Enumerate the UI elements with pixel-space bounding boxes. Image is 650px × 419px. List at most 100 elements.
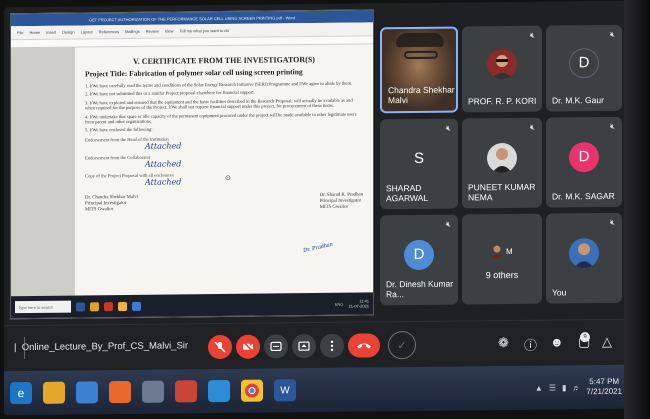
person-photo-icon: [574, 242, 594, 268]
language-indicator: ENG: [334, 301, 344, 307]
mic-off-icon: [214, 341, 226, 353]
java-icon[interactable]: [175, 380, 197, 403]
volume-icon[interactable]: ♬: [572, 383, 580, 392]
captions-icon: [270, 341, 282, 352]
document-margin: [11, 47, 75, 297]
others-letter: M: [506, 246, 513, 256]
edge-app-icon[interactable]: [132, 301, 141, 311]
document-page[interactable]: V. CERTIFICATE FROM THE INVESTIGATOR(S) …: [75, 44, 373, 296]
avatar-letter: D: [569, 141, 599, 172]
meeting-title-text: Online_Lecture_By_Prof_CS_Malvi_Sir: [21, 340, 189, 354]
ribbon-home[interactable]: Home: [29, 30, 40, 35]
participant-name: Dr. M.K. SAGAR: [552, 190, 615, 202]
more-options-button[interactable]: [320, 333, 344, 358]
people-icon[interactable]: ☻: [550, 334, 564, 349]
battery-icon[interactable]: ▮: [562, 383, 566, 392]
mic-off-icon: 🔇︎: [609, 217, 615, 227]
camera-off-button[interactable]: [236, 334, 260, 359]
participant-name: PROF. R. P. KORI: [468, 95, 537, 107]
mic-off-icon: 🔇︎: [529, 122, 535, 132]
ribbon-insert[interactable]: Insert: [46, 30, 56, 35]
present-button[interactable]: [292, 334, 316, 359]
photos-icon[interactable]: [208, 379, 230, 403]
video-hair: [396, 32, 444, 48]
participant-name: SHARAD AGARWAL: [386, 182, 429, 204]
participant-tile-gaur[interactable]: 🔇︎ D Dr. M.K. Gaur: [546, 24, 622, 112]
captions-button[interactable]: [264, 334, 288, 359]
shared-taskbar: Type here to search ENG 11:41 21-07-2021: [11, 292, 373, 319]
system-clock[interactable]: 5:47 PM 7/21/2021: [586, 377, 622, 397]
check-icon[interactable]: ✓: [388, 330, 416, 360]
ribbon-tell-me[interactable]: Tell me what you want to do: [179, 28, 228, 34]
participant-tile-sharad[interactable]: 🔇︎ S SHARAD AGARWAL: [380, 118, 458, 210]
word-app-icon[interactable]: [76, 301, 85, 312]
wifi-icon[interactable]: ☰: [549, 383, 556, 392]
project-title: Project Title: Fabrication of polymer so…: [85, 67, 303, 79]
person-photo-icon: [491, 245, 503, 259]
clock-date: 7/21/2021: [586, 386, 622, 397]
ribbon-file[interactable]: File: [17, 30, 23, 35]
media-player-icon[interactable]: [76, 381, 98, 404]
avatar-letter: S: [404, 143, 434, 174]
ribbon-layout[interactable]: Layout: [81, 29, 93, 34]
chrome-icon[interactable]: [241, 379, 263, 402]
paragraph-4: 4. I/We undertake that spare or idle cap…: [85, 111, 357, 125]
certificate-heading: V. CERTIFICATE FROM THE INVESTIGATOR(S): [133, 55, 315, 66]
investigator-1: Dr. Chandra Shekhar Malvi Principal Inve…: [85, 195, 138, 214]
ribbon-review[interactable]: Review: [146, 29, 159, 34]
participant-tile-puneet[interactable]: 🔇︎ PUNEET KUMAR NEMA: [462, 117, 542, 209]
participant-tile-dinesh[interactable]: 🔇︎ D Dr. Dinesh Kumar Ra...: [380, 214, 458, 306]
participant-name: You: [552, 287, 567, 298]
monitor-screen: GET PROJECT AUTHORIZATION OF THE PERFORM…: [4, 0, 628, 416]
ribbon-view[interactable]: View: [165, 28, 174, 33]
shared-clock: 11:41 21-07-2021: [349, 298, 369, 308]
participant-tile-chandra[interactable]: Chandra Shekhar Malvi: [380, 26, 458, 114]
participant-tile-sagar[interactable]: 🔇︎ D Dr. M.K. SAGAR: [546, 116, 622, 208]
handwritten-attached-3: Attached: [145, 177, 182, 187]
participant-name: Chandra Shekhar Malvi: [388, 84, 455, 106]
video-glasses: [404, 50, 438, 60]
meeting-title-prefix: |: [14, 342, 22, 354]
handwritten-attached-1: Attached: [145, 141, 182, 151]
mouse-cursor-icon: ⊙: [225, 173, 231, 182]
participant-name: Dr. Dinesh Kumar Ra...: [386, 278, 454, 300]
paragraph-2: 2. I/We have not submitted this or a sim…: [85, 90, 255, 97]
chat-icon[interactable]: ▢: [578, 334, 590, 350]
shared-search-box[interactable]: Type here to search: [15, 300, 71, 314]
edge-icon[interactable]: e: [10, 381, 32, 405]
info-icon[interactable]: ⓘ: [524, 335, 537, 354]
folder-app-icon[interactable]: [90, 301, 99, 311]
network-icon[interactable]: ▲: [535, 383, 543, 392]
mic-off-icon: 🔇︎: [529, 30, 535, 40]
paragraph-1: 1. I/We have carefully read the terms an…: [85, 80, 353, 89]
participant-tile-you[interactable]: 🔇︎ You: [546, 212, 622, 304]
investigator-2: Dr. Sharad K. Pradhan Principal Investig…: [320, 192, 363, 210]
participant-tile-others[interactable]: M 9 others: [462, 213, 542, 305]
activities-icon[interactable]: △: [602, 334, 612, 350]
mic-off-button[interactable]: [208, 334, 232, 360]
system-tray: ▲ ☰ ▮ ♬ 5:47 PM 7/21/2021: [535, 377, 622, 398]
firefox-icon[interactable]: [109, 380, 131, 404]
files-icon[interactable]: [142, 380, 164, 403]
file-explorer-icon[interactable]: [43, 381, 65, 404]
person-photo-icon: [492, 147, 512, 173]
meeting-details-icon[interactable]: ❁: [498, 335, 509, 351]
investigator-2-org: MITS Gwalior: [319, 204, 349, 210]
avatar: [487, 48, 517, 80]
word-icon[interactable]: W: [274, 379, 296, 402]
ribbon-references[interactable]: References: [99, 29, 119, 34]
ribbon-design[interactable]: Design: [62, 30, 74, 35]
avatar-letter: D: [569, 47, 599, 79]
others-avatars: M: [490, 244, 513, 259]
shared-document-window: GET PROJECT AUTHORIZATION OF THE PERFORM…: [10, 9, 374, 320]
present-screen-icon: [298, 341, 310, 351]
paragraph-5: 5. I/We have enclosed the following:: [85, 127, 153, 133]
participant-tile-kori[interactable]: 🔇︎ PROF. R. P. KORI: [462, 25, 542, 113]
participant-name: Dr. M.K. Gaur: [552, 94, 604, 106]
avatar: [487, 142, 517, 173]
chrome-app-icon[interactable]: [118, 301, 127, 311]
pdf-app-icon[interactable]: [104, 301, 113, 311]
leave-call-button[interactable]: [348, 333, 380, 358]
ribbon-mailings[interactable]: Mailings: [125, 29, 140, 34]
avatar-letter: D: [404, 239, 434, 270]
